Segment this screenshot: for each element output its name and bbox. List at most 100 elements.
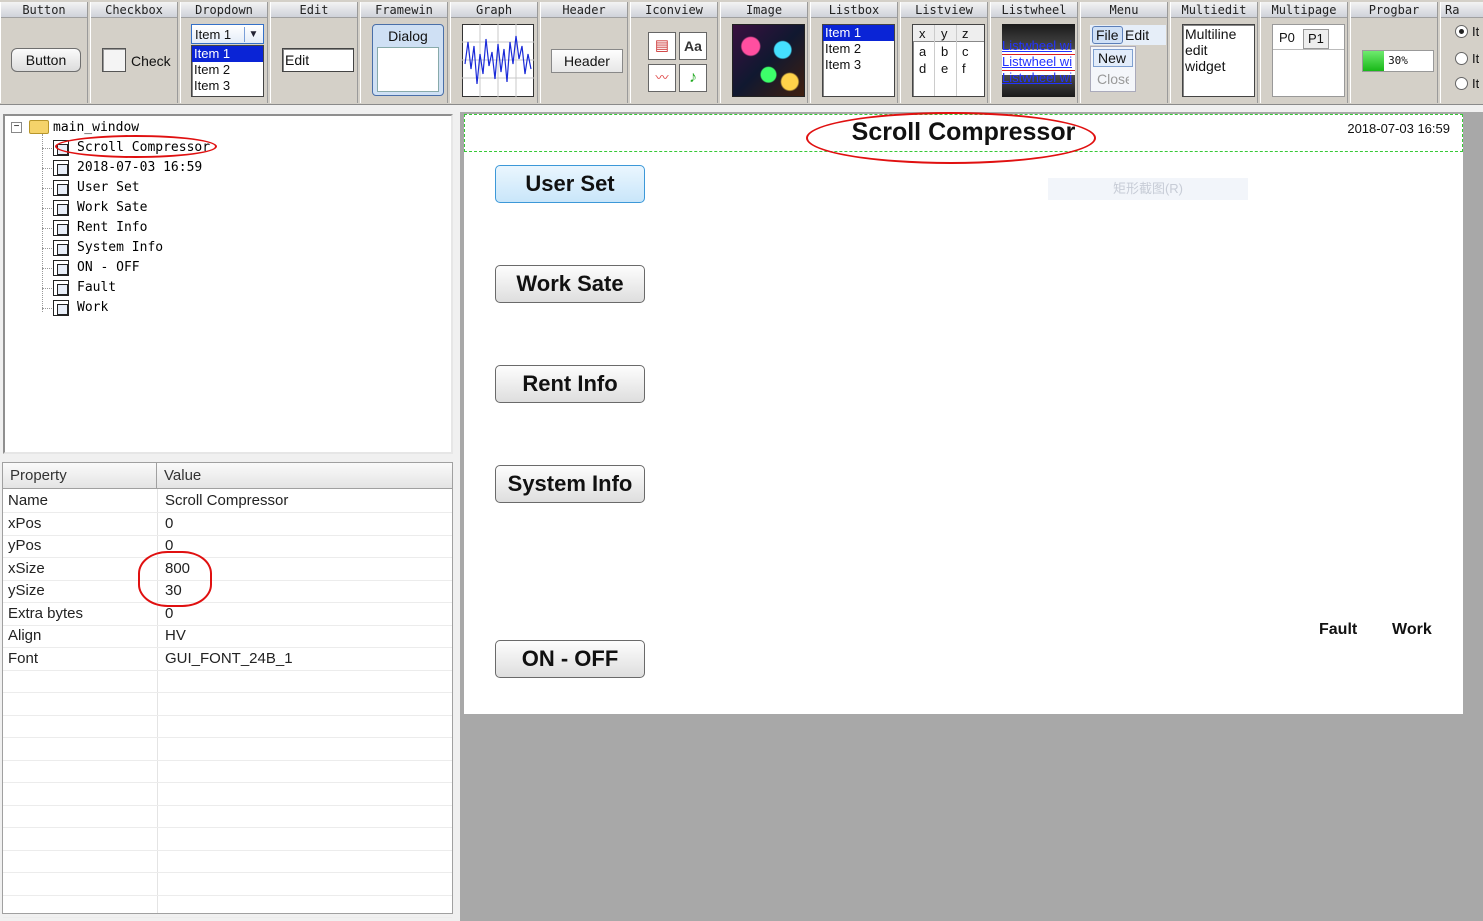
menu-new[interactable]: New bbox=[1093, 49, 1133, 67]
palette-iconview[interactable]: Iconview ▤ Aa 〰 ♪ bbox=[630, 2, 718, 103]
listview-col[interactable]: x bbox=[919, 26, 926, 42]
listview-cell[interactable]: c bbox=[962, 44, 969, 60]
work-sate-button[interactable]: Work Sate bbox=[495, 265, 645, 303]
palette-image[interactable]: Image bbox=[720, 2, 808, 103]
palette-progbar[interactable]: Progbar 30% bbox=[1350, 2, 1438, 103]
property-value[interactable]: 0 bbox=[165, 513, 173, 535]
system-info-button[interactable]: System Info bbox=[495, 465, 645, 503]
palette-menu[interactable]: Menu File Edit New Close bbox=[1080, 2, 1168, 103]
listview-cell[interactable]: b bbox=[941, 44, 948, 60]
listwheel-item[interactable]: Listwheel wi bbox=[1002, 70, 1072, 86]
property-row[interactable] bbox=[3, 738, 452, 761]
chevron-down-icon[interactable]: ▼ bbox=[244, 27, 262, 42]
property-row[interactable]: yPos 0 bbox=[3, 535, 452, 558]
listview-col[interactable]: z bbox=[962, 26, 969, 42]
property-value[interactable]: HV bbox=[165, 625, 186, 647]
menu-close[interactable]: Close bbox=[1097, 71, 1129, 87]
menu-edit[interactable]: Edit bbox=[1125, 27, 1149, 43]
tree-item[interactable]: ON - OFF bbox=[77, 258, 140, 278]
tree-item[interactable]: Fault bbox=[77, 278, 116, 298]
palette-listview[interactable]: Listview x y z a b c d e f bbox=[900, 2, 988, 103]
fault-label[interactable]: Fault bbox=[1319, 621, 1357, 639]
collapse-toggle[interactable]: − bbox=[11, 122, 22, 133]
multiedit-field[interactable]: Multiline edit widget bbox=[1182, 24, 1255, 97]
listview-cell[interactable]: e bbox=[941, 61, 948, 77]
listwheel-item[interactable]: Listwheel wi bbox=[1002, 38, 1072, 54]
music-note-icon[interactable]: ♪ bbox=[679, 64, 707, 92]
graph-icon[interactable]: 〰 bbox=[648, 64, 676, 92]
property-row[interactable] bbox=[3, 760, 452, 783]
listbox-item[interactable]: Item 1 bbox=[823, 25, 894, 41]
palette-graph[interactable]: Graph bbox=[450, 2, 538, 103]
property-row[interactable] bbox=[3, 805, 452, 828]
palette-checkbox[interactable]: Checkbox Check bbox=[90, 2, 178, 103]
tree-item[interactable]: User Set bbox=[77, 178, 140, 198]
work-label[interactable]: Work bbox=[1392, 621, 1432, 639]
property-row[interactable]: Font GUI_FONT_24B_1 bbox=[3, 648, 452, 671]
property-row[interactable]: xSize 800 bbox=[3, 558, 452, 581]
listview-col[interactable]: y bbox=[941, 26, 948, 42]
property-row[interactable]: xPos 0 bbox=[3, 513, 452, 536]
tree-item[interactable]: Work Sate bbox=[77, 198, 147, 218]
tree-item[interactable]: System Info bbox=[77, 238, 163, 258]
palette-dropdown[interactable]: Dropdown Item 1 ▼ Item 1 Item 2 Item 3 bbox=[180, 2, 268, 103]
property-row[interactable] bbox=[3, 693, 452, 716]
menu-bar: File Edit bbox=[1090, 25, 1166, 45]
property-row[interactable] bbox=[3, 895, 452, 918]
palette-multiedit[interactable]: Multiedit Multiline edit widget bbox=[1170, 2, 1258, 103]
listbox-item[interactable]: Item 3 bbox=[823, 57, 894, 73]
palette-multipage[interactable]: Multipage P0 P1 bbox=[1260, 2, 1348, 103]
listview-cell[interactable]: d bbox=[919, 61, 926, 77]
palette-listwheel[interactable]: Listwheel Listwheel wi Listwheel wi List… bbox=[990, 2, 1078, 103]
listwheel-item[interactable]: Listwheel wi bbox=[1002, 54, 1072, 70]
dropdown-field[interactable]: Item 1 ▼ bbox=[191, 24, 264, 44]
listview-cell[interactable]: a bbox=[919, 44, 926, 60]
tab-p1[interactable]: P1 bbox=[1303, 29, 1329, 49]
property-row[interactable] bbox=[3, 715, 452, 738]
column-header-property[interactable]: Property bbox=[3, 463, 157, 489]
property-row[interactable]: Align HV bbox=[3, 625, 452, 648]
property-row[interactable]: Name Scroll Compressor bbox=[3, 490, 452, 513]
palette-radio[interactable]: Ra It It It bbox=[1440, 2, 1483, 103]
property-row[interactable]: ySize 30 bbox=[3, 580, 452, 603]
property-row[interactable] bbox=[3, 783, 452, 806]
checkbox-box[interactable] bbox=[102, 48, 126, 72]
column-header-value[interactable]: Value bbox=[157, 463, 452, 489]
property-row[interactable] bbox=[3, 873, 452, 896]
font-icon[interactable]: Aa bbox=[679, 32, 707, 60]
widget-icon bbox=[53, 160, 69, 176]
property-value[interactable]: Scroll Compressor bbox=[165, 490, 288, 512]
radio-button[interactable] bbox=[1455, 77, 1468, 90]
on-off-button[interactable]: ON - OFF bbox=[495, 640, 645, 678]
property-row[interactable] bbox=[3, 850, 452, 873]
property-row[interactable] bbox=[3, 670, 452, 693]
radio-button[interactable] bbox=[1455, 52, 1468, 65]
user-set-button[interactable]: User Set bbox=[495, 165, 645, 203]
sample-button[interactable]: Button bbox=[11, 48, 81, 72]
rent-info-button[interactable]: Rent Info bbox=[495, 365, 645, 403]
property-value[interactable]: GUI_FONT_24B_1 bbox=[165, 648, 293, 670]
tree-item[interactable]: Rent Info bbox=[77, 218, 147, 238]
menu-file[interactable]: File bbox=[1092, 26, 1123, 44]
palette-header[interactable]: Header Header bbox=[540, 2, 628, 103]
datetime-label[interactable]: 2018-07-03 16:59 bbox=[1347, 121, 1450, 136]
listbox-item[interactable]: Item 2 bbox=[823, 41, 894, 57]
property-row[interactable] bbox=[3, 828, 452, 851]
dropdown-item[interactable]: Item 2 bbox=[192, 62, 263, 78]
palette-button[interactable]: Button Button bbox=[0, 2, 88, 103]
palette-framewin[interactable]: Framewin Dialog bbox=[360, 2, 448, 103]
books-icon[interactable]: ▤ bbox=[648, 32, 676, 60]
tree-item[interactable]: 2018-07-03 16:59 bbox=[77, 158, 202, 178]
tree-item[interactable]: Work bbox=[77, 298, 108, 318]
radio-button[interactable] bbox=[1455, 25, 1468, 38]
header-sample[interactable]: Header bbox=[551, 49, 623, 73]
property-name: Name bbox=[8, 492, 49, 509]
dropdown-item[interactable]: Item 3 bbox=[192, 78, 263, 94]
palette-edit[interactable]: Edit Edit bbox=[270, 2, 358, 103]
property-row[interactable]: Extra bytes 0 bbox=[3, 603, 452, 626]
dropdown-item[interactable]: Item 1 bbox=[192, 46, 263, 62]
tab-p0[interactable]: P0 bbox=[1279, 30, 1295, 46]
palette-listbox[interactable]: Listbox Item 1 Item 2 Item 3 bbox=[810, 2, 898, 103]
listview-cell[interactable]: f bbox=[962, 61, 966, 77]
edit-field[interactable]: Edit bbox=[282, 48, 354, 72]
